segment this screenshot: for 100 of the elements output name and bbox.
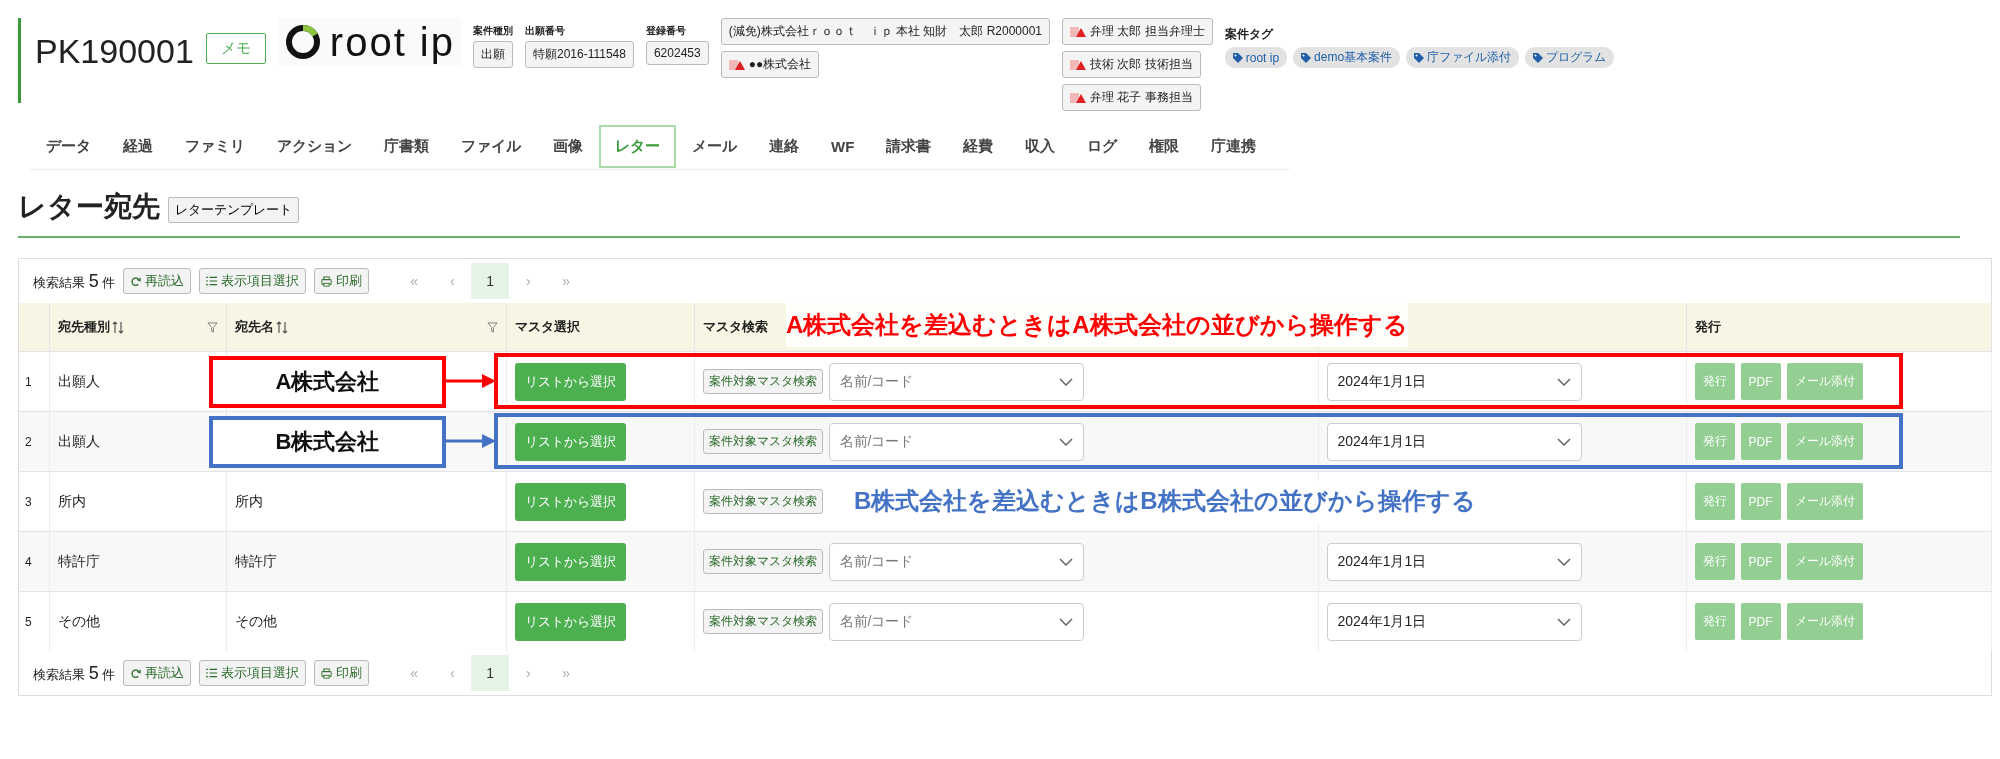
- print-button[interactable]: 印刷: [314, 660, 370, 686]
- callout-arrow: [446, 434, 496, 448]
- filter-icon[interactable]: [206, 321, 218, 333]
- chevron-down-icon: [1058, 437, 1073, 446]
- tab[interactable]: データ: [30, 124, 107, 168]
- row-number: 1: [25, 374, 32, 389]
- tag-icon: [1533, 52, 1544, 63]
- table-cell: その他: [234, 612, 277, 629]
- column-select-button[interactable]: 表示項目選択: [199, 660, 307, 686]
- tab[interactable]: 経費: [947, 124, 1010, 168]
- tab[interactable]: 経過: [107, 124, 169, 168]
- list-icon: [206, 668, 218, 678]
- tags-label: 案件タグ: [1224, 26, 1275, 43]
- callout-note: B株式会社を差込むときはB株式会社の並びから操作する: [854, 479, 1476, 523]
- master-search-button[interactable]: 案件対象マスタ検索: [702, 369, 823, 394]
- tab[interactable]: 収入: [1009, 124, 1072, 168]
- refresh-icon: [130, 275, 142, 287]
- tab[interactable]: 画像: [537, 124, 599, 168]
- tab[interactable]: ファイル: [445, 124, 537, 168]
- tag-icon: [1301, 52, 1312, 63]
- page-button[interactable]: 1: [471, 655, 510, 691]
- table-cell: 特許庁: [234, 552, 277, 569]
- section-title: レター宛先: [18, 190, 160, 224]
- tab[interactable]: 連絡: [753, 124, 815, 168]
- date-select[interactable]: 2024年1月1日: [1326, 542, 1582, 581]
- applicant-chip[interactable]: (減免)株式会社ｒｏｏｔ ｉｐ 本社 知財 太郎 R2000001: [720, 18, 1051, 45]
- master-search-button[interactable]: 案件対象マスタ検索: [702, 489, 823, 514]
- field-value: 6202453: [645, 41, 709, 65]
- column-select-button[interactable]: 表示項目選択: [199, 268, 307, 294]
- field-value: 特願2016-111548: [525, 41, 634, 68]
- table-cell: 出願人: [57, 372, 100, 389]
- sort-icon[interactable]: [275, 320, 288, 334]
- callout-arrow: [446, 374, 496, 388]
- staff-chip[interactable]: 技術 次郎 技術担当: [1062, 51, 1201, 78]
- row-number: 4: [25, 554, 32, 569]
- tab[interactable]: WF: [815, 125, 871, 167]
- name-code-select[interactable]: 名前/コード: [828, 542, 1084, 581]
- chevron-down-icon: [1058, 557, 1073, 566]
- master-search-button[interactable]: 案件対象マスタ検索: [702, 549, 823, 574]
- tag-icon: [1232, 52, 1243, 63]
- name-code-select[interactable]: 名前/コード: [828, 362, 1084, 401]
- tab[interactable]: ログ: [1071, 124, 1134, 168]
- applicant-chip[interactable]: ●●株式会社: [720, 51, 820, 78]
- chevron-down-icon: [1556, 557, 1571, 566]
- warning-icon: [1070, 58, 1087, 71]
- column-header[interactable]: 宛先種別: [57, 318, 124, 336]
- master-search-button[interactable]: 案件対象マスタ検索: [702, 609, 823, 634]
- tag[interactable]: 庁ファイル添付: [1406, 47, 1520, 68]
- table-cell: 出願人: [57, 432, 100, 449]
- callout-label: B株式会社: [209, 416, 446, 468]
- tab[interactable]: アクション: [261, 124, 368, 168]
- tab[interactable]: 権限: [1133, 124, 1196, 168]
- row-number: 2: [25, 434, 32, 449]
- chevron-down-icon: [1058, 617, 1073, 626]
- name-code-select[interactable]: 名前/コード: [828, 602, 1084, 641]
- tab[interactable]: メール: [676, 124, 753, 168]
- callout-note: A株式会社を差込むときはA株式会社の並びから操作する: [786, 303, 1408, 347]
- warning-icon: [728, 58, 745, 71]
- tag[interactable]: root ip: [1224, 47, 1288, 68]
- logo: root ip: [277, 18, 461, 66]
- date-select[interactable]: 2024年1月1日: [1326, 362, 1582, 401]
- reload-button[interactable]: 再読込: [123, 268, 192, 294]
- date-select[interactable]: 2024年1月1日: [1326, 602, 1582, 641]
- column-header: マスタ検索: [702, 318, 768, 336]
- tab[interactable]: 庁連携: [1195, 124, 1273, 168]
- printer-icon: [321, 275, 333, 287]
- row-number: 3: [25, 494, 32, 509]
- field-value: 出願: [473, 41, 513, 68]
- warning-icon: [1070, 25, 1087, 38]
- tag[interactable]: プログラム: [1525, 47, 1615, 68]
- master-search-button[interactable]: 案件対象マスタ検索: [702, 429, 823, 454]
- tag-icon: [1414, 52, 1425, 63]
- tab[interactable]: 請求書: [870, 124, 948, 168]
- table-cell: 所内: [234, 492, 263, 509]
- table-cell: 特許庁: [57, 552, 100, 569]
- field-label: 案件種別: [473, 24, 513, 38]
- tab[interactable]: ファミリ: [169, 124, 261, 168]
- page-button[interactable]: 1: [471, 263, 510, 299]
- tab[interactable]: レター: [599, 124, 676, 168]
- name-code-select[interactable]: 名前/コード: [828, 422, 1084, 461]
- reload-button[interactable]: 再読込: [123, 660, 192, 686]
- date-select[interactable]: 2024年1月1日: [1326, 422, 1582, 461]
- result-count: 検索結果 5 件: [33, 270, 116, 292]
- callout-label: A株式会社: [209, 356, 446, 408]
- column-header[interactable]: 宛先名: [234, 318, 288, 336]
- sort-icon[interactable]: [111, 320, 124, 334]
- template-button[interactable]: レターテンプレート: [168, 197, 299, 223]
- tag[interactable]: demo基本案件: [1293, 47, 1401, 68]
- chevron-down-icon: [1556, 437, 1571, 446]
- tab[interactable]: 庁書類: [368, 124, 445, 168]
- staff-chip[interactable]: 弁理 花子 事務担当: [1062, 84, 1201, 111]
- refresh-icon: [130, 667, 142, 679]
- warning-icon: [1070, 91, 1087, 104]
- staff-chip[interactable]: 弁理 太郎 担当弁理士: [1062, 18, 1213, 45]
- filter-icon[interactable]: [486, 321, 498, 333]
- result-count: 検索結果 5 件: [33, 662, 116, 684]
- chevron-down-icon: [1556, 377, 1571, 386]
- field-label: 出願番号: [525, 24, 566, 38]
- row-number: 5: [25, 614, 32, 629]
- print-button[interactable]: 印刷: [314, 268, 370, 294]
